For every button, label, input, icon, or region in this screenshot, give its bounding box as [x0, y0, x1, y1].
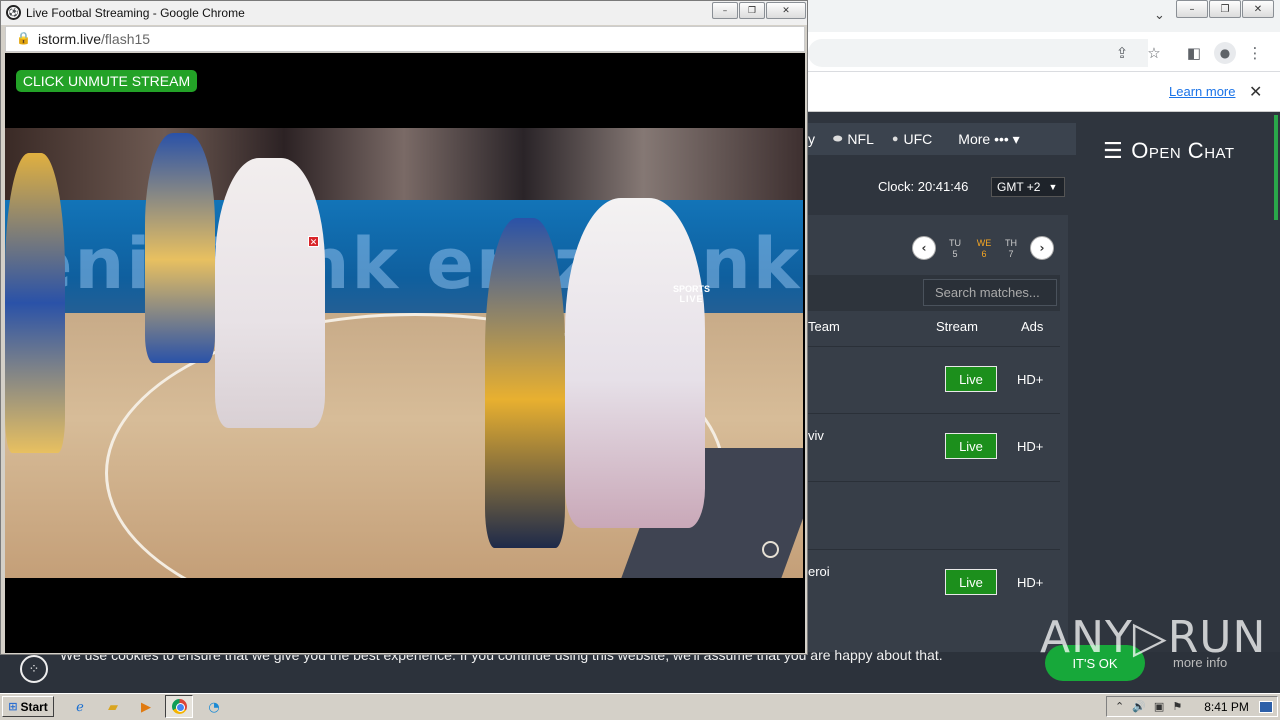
system-tray: ⌃ 🔊 ▣ ⚑ 8:41 PM	[1106, 696, 1278, 717]
windows-flag-icon: ⊞	[8, 700, 18, 713]
site-clock: Clock: 20:41:46	[878, 179, 969, 194]
media-player-icon[interactable]: ▶	[136, 697, 156, 717]
taskbar-chrome-button[interactable]	[165, 695, 193, 718]
day-name: WE	[976, 238, 992, 248]
close-button[interactable]: ✕	[1242, 0, 1274, 18]
open-chat-label: Open Chat	[1131, 138, 1235, 163]
search-input[interactable]	[923, 279, 1057, 306]
day-number: 6	[981, 249, 987, 259]
loading-spinner-icon	[762, 541, 779, 558]
prev-day-button[interactable]: ‹	[912, 236, 936, 260]
player-white	[565, 198, 705, 528]
live-stream-button[interactable]: Live	[945, 569, 997, 595]
cookie-icon: ⁘	[20, 655, 48, 683]
nav-item-nfl[interactable]: ⬬ NFL	[833, 131, 874, 147]
learn-more-link[interactable]: Learn more	[1169, 84, 1235, 99]
start-button[interactable]: ⊞ Start	[2, 696, 54, 717]
tray-clock[interactable]: 8:41 PM	[1204, 700, 1249, 714]
edge-icon[interactable]: ◔	[204, 697, 224, 717]
url-path: /flash15	[101, 31, 151, 47]
player-yellow	[485, 218, 565, 548]
soccer-ball-icon: ⚽	[6, 5, 21, 20]
day-name: TU	[949, 238, 961, 248]
crowd-background	[5, 128, 803, 200]
team-name: eroi	[808, 564, 830, 579]
broadcast-brand: SPORTS	[673, 284, 711, 294]
minimize-button[interactable]: –	[1176, 0, 1208, 18]
broadcast-badge: SPORTS LIVE	[673, 284, 710, 304]
day-wednesday[interactable]: WE 6	[974, 238, 994, 260]
team-name: viv	[808, 428, 824, 443]
live-stream-button[interactable]: Live	[945, 433, 997, 459]
popup-url[interactable]: istorm.live/flash15	[38, 31, 150, 47]
background-address-bar[interactable]	[808, 39, 1148, 67]
next-day-button[interactable]: ›	[1030, 236, 1054, 260]
nav-item-ufc[interactable]: ● UFC	[892, 131, 932, 147]
day-number: 7	[1008, 249, 1014, 259]
timezone-value: GMT +2	[997, 180, 1041, 194]
nav-label: UFC	[903, 131, 933, 147]
folder-icon[interactable]: ▰	[103, 697, 123, 717]
chevron-down-icon: ▼	[1048, 182, 1058, 192]
ads-quality: HD+	[1017, 439, 1044, 454]
player-yellow	[5, 153, 65, 453]
anyrun-watermark: ANY▷RUN	[1040, 612, 1267, 663]
timezone-select[interactable]: GMT +2 ▼	[991, 177, 1065, 197]
nav-label: y	[808, 131, 815, 147]
day-number: 5	[952, 249, 958, 259]
show-desktop-button[interactable]	[1258, 700, 1273, 713]
background-window-controls: – ❐ ✕	[1175, 0, 1274, 18]
site-nav: y ⬬ NFL ● UFC More ••• ▾	[808, 123, 1076, 155]
close-ad-icon[interactable]: ✕	[308, 236, 319, 247]
player-white	[215, 158, 325, 428]
ads-quality: HD+	[1017, 575, 1044, 590]
menu-kebab-icon[interactable]: ⋮	[1244, 42, 1266, 64]
tray-expand-icon[interactable]: ⌃	[1115, 700, 1124, 713]
column-header-team: Team	[808, 319, 840, 334]
restore-button[interactable]: ❐	[739, 2, 765, 19]
glove-icon: ●	[891, 133, 899, 145]
volume-icon[interactable]: 🔊	[1132, 700, 1146, 713]
share-icon[interactable]: ⇪	[1111, 42, 1133, 64]
table-row[interactable]	[808, 481, 1060, 549]
flag-icon[interactable]: ⚑	[1172, 700, 1182, 713]
column-header-ads: Ads	[1021, 319, 1044, 334]
side-panel-icon[interactable]: ◧	[1183, 42, 1205, 64]
football-icon: ⬬	[833, 132, 843, 145]
live-stream-button[interactable]: Live	[945, 366, 997, 392]
notice-close-icon[interactable]: ✕	[1249, 82, 1262, 101]
profile-icon[interactable]: ●	[1214, 42, 1236, 64]
nav-item-more[interactable]: More ••• ▾	[958, 131, 1019, 148]
tab-search-chevron-icon[interactable]: ⌄	[1154, 8, 1165, 23]
column-header-stream: Stream	[936, 319, 978, 334]
broadcast-live: LIVE	[679, 294, 704, 304]
hamburger-icon: ☰	[1103, 138, 1124, 164]
bookmark-star-icon[interactable]: ☆	[1143, 42, 1165, 64]
internet-explorer-icon[interactable]: ℯ	[70, 697, 90, 717]
url-host: istorm.live	[38, 31, 102, 47]
open-chat-button[interactable]: ☰ Open Chat	[1103, 138, 1235, 164]
nav-label: NFL	[847, 131, 874, 147]
day-thursday[interactable]: TH 7	[1001, 238, 1021, 260]
popup-title: Live Footbal Streaming - Google Chrome	[26, 6, 245, 20]
lock-icon: 🔒	[16, 31, 31, 45]
player-yellow	[145, 133, 215, 363]
start-label: Start	[20, 699, 48, 714]
ads-quality: HD+	[1017, 372, 1044, 387]
video-player[interactable]: enizBank enizBank nizBa SPORTS LIVE	[5, 128, 803, 578]
day-name: TH	[1005, 238, 1017, 248]
nav-item-partial[interactable]: y	[808, 131, 815, 147]
day-tuesday[interactable]: TU 5	[945, 238, 965, 260]
scroll-indicator	[1274, 115, 1278, 220]
minimize-button[interactable]: –	[712, 2, 738, 19]
network-icon[interactable]: ▣	[1154, 700, 1164, 713]
unmute-stream-button[interactable]: CLICK UNMUTE STREAM	[16, 70, 197, 92]
chrome-icon	[171, 699, 187, 714]
restore-button[interactable]: ❐	[1209, 0, 1241, 18]
close-button[interactable]: ✕	[766, 2, 806, 19]
popup-window-controls: – ❐ ✕	[711, 2, 806, 19]
